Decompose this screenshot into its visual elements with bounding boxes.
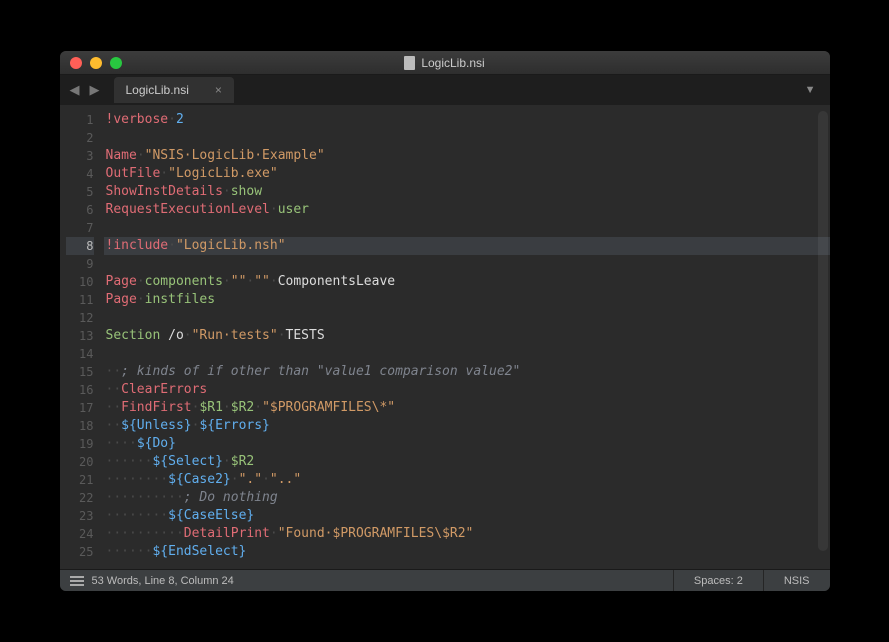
line-number: 8 bbox=[66, 237, 94, 255]
editor-area[interactable]: 1234567891011121314151617181920212223242… bbox=[60, 105, 830, 569]
minimize-icon[interactable] bbox=[90, 57, 102, 69]
code-line[interactable]: ····${Do} bbox=[104, 435, 830, 453]
code-line[interactable]: ··········DetailPrint·"Found·$PROGRAMFIL… bbox=[104, 525, 830, 543]
document-icon bbox=[404, 56, 415, 70]
status-right: Spaces: 2 NSIS bbox=[673, 570, 830, 592]
code-content[interactable]: !verbose·2 Name·"NSIS·LogicLib·Example"Ou… bbox=[104, 105, 830, 569]
code-line[interactable]: OutFile·"LogicLib.exe" bbox=[104, 165, 830, 183]
tab-logiclib[interactable]: LogicLib.nsi × bbox=[114, 77, 234, 103]
line-number: 1 bbox=[66, 111, 94, 129]
code-line[interactable]: !include·"LogicLib.nsh" bbox=[104, 237, 830, 255]
window-title: LogicLib.nsi bbox=[60, 56, 830, 70]
line-number: 20 bbox=[66, 453, 94, 471]
close-icon[interactable] bbox=[70, 57, 82, 69]
nav-arrows: ◀ ▶ bbox=[66, 80, 104, 100]
status-indent[interactable]: Spaces: 2 bbox=[673, 570, 763, 592]
line-number: 3 bbox=[66, 147, 94, 165]
line-number: 21 bbox=[66, 471, 94, 489]
code-line[interactable]: ··ClearErrors bbox=[104, 381, 830, 399]
line-number: 18 bbox=[66, 417, 94, 435]
tab-close-icon[interactable]: × bbox=[215, 83, 222, 97]
line-number: 6 bbox=[66, 201, 94, 219]
tabbar: ◀ ▶ LogicLib.nsi × ▼ bbox=[60, 75, 830, 105]
line-number: 10 bbox=[66, 273, 94, 291]
code-line[interactable]: ······${Select}·$R2 bbox=[104, 453, 830, 471]
menu-icon[interactable] bbox=[70, 576, 84, 586]
code-line[interactable]: ········${CaseElse} bbox=[104, 507, 830, 525]
nav-back-icon[interactable]: ◀ bbox=[66, 80, 84, 100]
code-line[interactable]: !verbose·2 bbox=[104, 111, 830, 129]
code-line[interactable]: Page·components·""·""·ComponentsLeave bbox=[104, 273, 830, 291]
line-number: 17 bbox=[66, 399, 94, 417]
scrollbar[interactable] bbox=[818, 111, 828, 551]
line-number: 12 bbox=[66, 309, 94, 327]
line-number: 19 bbox=[66, 435, 94, 453]
line-number: 2 bbox=[66, 129, 94, 147]
line-number: 5 bbox=[66, 183, 94, 201]
code-line[interactable]: Section /o·"Run·tests"·TESTS bbox=[104, 327, 830, 345]
line-number: 14 bbox=[66, 345, 94, 363]
tab-dropdown-icon[interactable]: ▼ bbox=[797, 80, 824, 100]
line-number-gutter: 1234567891011121314151617181920212223242… bbox=[60, 105, 104, 569]
traffic-lights bbox=[70, 57, 122, 69]
code-line[interactable]: ··········; Do nothing bbox=[104, 489, 830, 507]
line-number: 7 bbox=[66, 219, 94, 237]
titlebar: LogicLib.nsi bbox=[60, 51, 830, 75]
line-number: 24 bbox=[66, 525, 94, 543]
code-line[interactable] bbox=[104, 345, 830, 363]
line-number: 23 bbox=[66, 507, 94, 525]
code-line[interactable] bbox=[104, 129, 830, 147]
code-line[interactable]: Name·"NSIS·LogicLib·Example" bbox=[104, 147, 830, 165]
code-line[interactable]: ShowInstDetails·show bbox=[104, 183, 830, 201]
window-title-text: LogicLib.nsi bbox=[421, 56, 484, 70]
code-line[interactable]: ······${EndSelect} bbox=[104, 543, 830, 561]
code-line[interactable]: RequestExecutionLevel·user bbox=[104, 201, 830, 219]
nav-forward-icon[interactable]: ▶ bbox=[86, 80, 104, 100]
line-number: 4 bbox=[66, 165, 94, 183]
line-number: 16 bbox=[66, 381, 94, 399]
tab-label: LogicLib.nsi bbox=[126, 83, 189, 97]
code-line[interactable] bbox=[104, 255, 830, 273]
line-number: 22 bbox=[66, 489, 94, 507]
line-number: 11 bbox=[66, 291, 94, 309]
status-position[interactable]: 53 Words, Line 8, Column 24 bbox=[92, 575, 234, 587]
editor-window: LogicLib.nsi ◀ ▶ LogicLib.nsi × ▼ 123456… bbox=[60, 51, 830, 591]
line-number: 13 bbox=[66, 327, 94, 345]
line-number: 9 bbox=[66, 255, 94, 273]
status-left: 53 Words, Line 8, Column 24 bbox=[60, 575, 244, 587]
code-line[interactable]: ··FindFirst·$R1·$R2·"$PROGRAMFILES\*" bbox=[104, 399, 830, 417]
code-line[interactable]: Page·instfiles bbox=[104, 291, 830, 309]
code-line[interactable]: ··${Unless}·${Errors} bbox=[104, 417, 830, 435]
code-line[interactable] bbox=[104, 309, 830, 327]
code-line[interactable]: ········${Case2}·"."·".." bbox=[104, 471, 830, 489]
zoom-icon[interactable] bbox=[110, 57, 122, 69]
code-line[interactable]: ··; kinds of if other than "value1 compa… bbox=[104, 363, 830, 381]
code-line[interactable] bbox=[104, 219, 830, 237]
line-number: 15 bbox=[66, 363, 94, 381]
statusbar: 53 Words, Line 8, Column 24 Spaces: 2 NS… bbox=[60, 569, 830, 591]
status-syntax[interactable]: NSIS bbox=[763, 570, 830, 592]
line-number: 25 bbox=[66, 543, 94, 561]
